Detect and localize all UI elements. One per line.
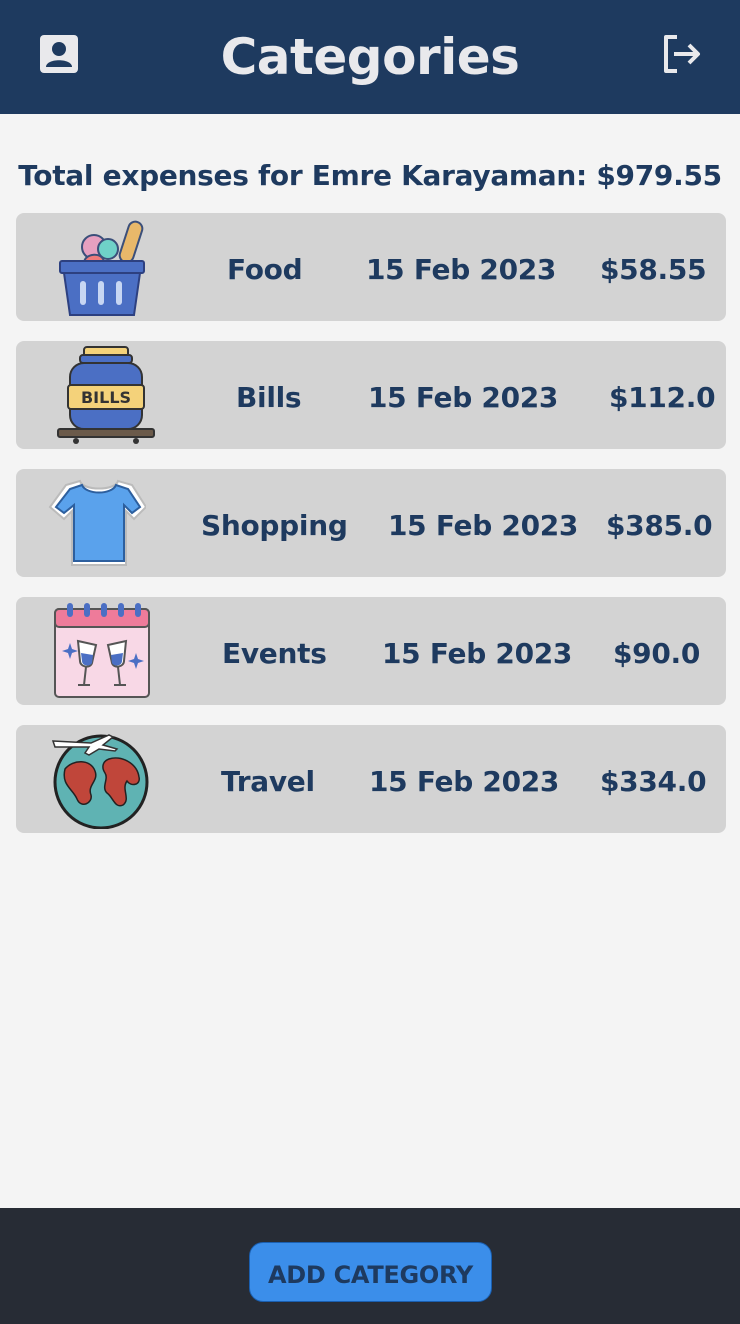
category-row-events[interactable]: Events 15 Feb 2023 $90.0 xyxy=(16,597,726,705)
category-row-travel[interactable]: Travel 15 Feb 2023 $334.0 xyxy=(16,725,726,833)
bottom-bar: ADD CATEGORY xyxy=(0,1208,740,1324)
category-date: 15 Feb 2023 xyxy=(369,765,560,798)
category-name: Shopping xyxy=(201,509,348,542)
category-date: 15 Feb 2023 xyxy=(368,381,559,414)
category-amount: $90.0 xyxy=(613,637,701,670)
app-header: Categories xyxy=(0,0,740,114)
category-row-bills[interactable]: BILLS Bills 15 Feb 2023 $112.0 xyxy=(16,341,726,449)
category-name: Bills xyxy=(236,381,302,414)
category-amount: $385.0 xyxy=(606,509,713,542)
logout-icon xyxy=(664,35,700,73)
category-date: 15 Feb 2023 xyxy=(382,637,573,670)
category-amount: $112.0 xyxy=(609,381,716,414)
category-list: Food 15 Feb 2023 $58.55 BILLS Bills 15 F… xyxy=(16,213,726,853)
category-name: Travel xyxy=(221,765,315,798)
add-category-button[interactable]: ADD CATEGORY xyxy=(249,1242,492,1302)
total-expenses-text: Total expenses for Emre Karayaman: $979.… xyxy=(18,159,722,192)
category-row-shopping[interactable]: Shopping 15 Feb 2023 $385.0 xyxy=(16,469,726,577)
logout-button[interactable] xyxy=(658,31,704,77)
food-basket-icon xyxy=(54,217,154,317)
category-date: 15 Feb 2023 xyxy=(366,253,557,286)
globe-airplane-icon xyxy=(51,729,151,829)
bills-jar-icon: BILLS xyxy=(56,345,156,445)
svg-text:BILLS: BILLS xyxy=(81,388,131,407)
category-row-food[interactable]: Food 15 Feb 2023 $58.55 xyxy=(16,213,726,321)
category-amount: $334.0 xyxy=(600,765,707,798)
category-name: Events xyxy=(222,637,327,670)
page-title: Categories xyxy=(220,28,520,86)
category-name: Food xyxy=(227,253,303,286)
category-amount: $58.55 xyxy=(600,253,707,286)
calendar-toast-icon xyxy=(52,601,152,701)
category-date: 15 Feb 2023 xyxy=(388,509,579,542)
tshirt-icon xyxy=(46,473,146,573)
